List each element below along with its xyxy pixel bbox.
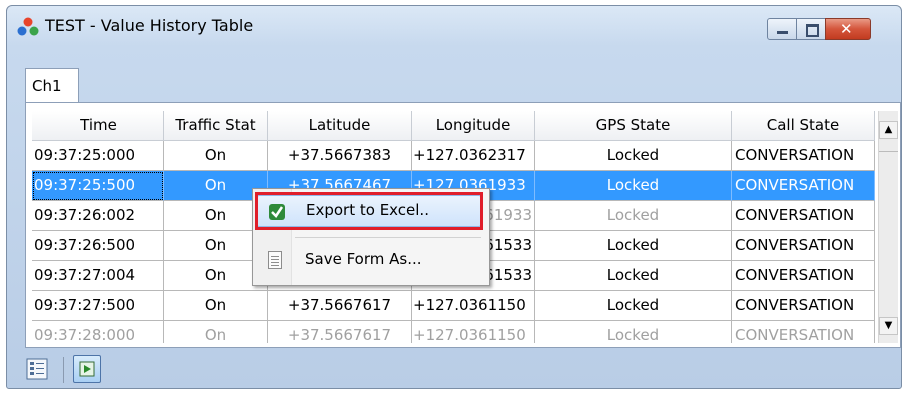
cell-time: 09:37:25:500: [32, 171, 164, 201]
play-icon: [79, 361, 95, 377]
cell-call-state: CONVERSATION: [732, 321, 875, 343]
vertical-scrollbar[interactable]: ▲ ▼: [878, 111, 898, 343]
context-menu: Export to Excel.. Save Form As...: [252, 188, 490, 286]
scroll-up-arrow-icon[interactable]: ▲: [879, 121, 898, 139]
tab-label: Ch1: [32, 77, 62, 95]
cell-time: 09:37:26:500: [32, 231, 164, 261]
column-header-call-state[interactable]: Call State: [732, 111, 875, 141]
table-row[interactable]: 09:37:27:500 On +37.5667617 +127.0361150…: [32, 291, 875, 321]
cell-gps-state: Locked: [535, 171, 732, 201]
cell-call-state: CONVERSATION: [732, 171, 875, 201]
cell-call-state: CONVERSATION: [732, 261, 875, 291]
cell-time: 09:37:25:000: [32, 141, 164, 171]
menu-item-label: Save Form As...: [305, 250, 422, 268]
app-icon: [17, 17, 39, 36]
cell-call-state: CONVERSATION: [732, 231, 875, 261]
cell-call-state: CONVERSATION: [732, 201, 875, 231]
cell-time: 09:37:28:000: [32, 321, 164, 343]
window-title: TEST - Value History Table: [45, 16, 254, 35]
menu-item-label: Export to Excel..: [306, 201, 429, 219]
cell-gps-state: Locked: [535, 201, 732, 231]
cell-latitude: +37.5667383: [268, 141, 412, 171]
cell-gps-state: Locked: [535, 261, 732, 291]
scroll-down-arrow-icon[interactable]: ▼: [879, 317, 898, 335]
menu-separator: [295, 237, 481, 238]
scroll-thumb[interactable]: [879, 151, 898, 164]
column-header-latitude[interactable]: Latitude: [268, 111, 412, 141]
maximize-button[interactable]: [796, 18, 826, 40]
cell-time: 09:37:26:002: [32, 201, 164, 231]
table-row[interactable]: 09:37:25:000 On +37.5667383 +127.0362317…: [32, 141, 875, 171]
cell-longitude: +127.0361150: [412, 321, 535, 343]
cell-time: 09:37:27:500: [32, 291, 164, 321]
tab-ch1[interactable]: Ch1: [25, 68, 79, 102]
close-icon: ✕: [840, 20, 853, 38]
cell-gps-state: Locked: [535, 141, 732, 171]
grid-view-icon[interactable]: [25, 357, 49, 381]
cell-gps-state: Locked: [535, 231, 732, 261]
cell-longitude: +127.0362317: [412, 141, 535, 171]
cell-traffic: On: [164, 291, 268, 321]
column-header-gps-state[interactable]: GPS State: [535, 111, 732, 141]
cell-time: 09:37:27:004: [32, 261, 164, 291]
column-header-longitude[interactable]: Longitude: [412, 111, 535, 141]
excel-export-icon: [269, 204, 285, 220]
bottom-toolbar: [7, 351, 903, 388]
title-bar[interactable]: TEST - Value History Table ✕: [7, 6, 901, 46]
cell-call-state: CONVERSATION: [732, 291, 875, 321]
maximize-icon: [806, 24, 819, 37]
cell-gps-state: Locked: [535, 291, 732, 321]
document-icon: [268, 251, 282, 269]
play-button[interactable]: [73, 355, 101, 383]
cell-gps-state: Locked: [535, 321, 732, 343]
minimize-button[interactable]: [767, 18, 797, 40]
table-row[interactable]: 09:37:28:000 On +37.5667617 +127.0361150…: [32, 321, 875, 343]
column-header-traffic-stat[interactable]: Traffic Stat: [164, 111, 268, 141]
menu-item-save-form-as[interactable]: Save Form As...: [257, 245, 481, 277]
cell-call-state: CONVERSATION: [732, 141, 875, 171]
toolbar-separator: [63, 357, 64, 383]
cell-longitude: +127.0361150: [412, 291, 535, 321]
close-button[interactable]: ✕: [825, 18, 871, 40]
table-header: Time Traffic Stat Latitude Longitude GPS…: [32, 111, 875, 141]
column-header-time[interactable]: Time: [32, 111, 164, 141]
cell-latitude: +37.5667617: [268, 321, 412, 343]
menu-item-export-to-excel[interactable]: Export to Excel..: [255, 192, 483, 230]
cell-latitude: +37.5667617: [268, 291, 412, 321]
minimize-icon: [777, 31, 788, 34]
cell-traffic: On: [164, 141, 268, 171]
cell-traffic: On: [164, 321, 268, 343]
